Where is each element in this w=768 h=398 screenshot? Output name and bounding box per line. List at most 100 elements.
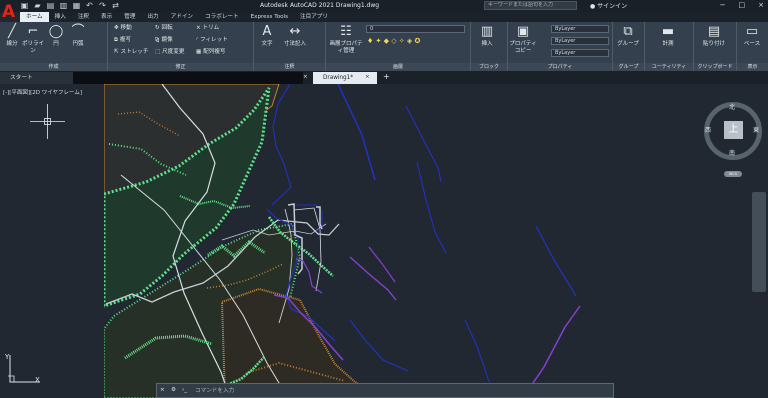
groups-panel: ⧉ グループ グループ bbox=[613, 22, 645, 71]
ucs-y-label: Y bbox=[4, 353, 10, 361]
view-panel-label[interactable]: 表示 bbox=[737, 63, 768, 71]
close-drawing-tab-icon[interactable]: × bbox=[365, 74, 370, 81]
text-tool[interactable]: A 文字 bbox=[256, 24, 278, 48]
text-icon: A bbox=[262, 24, 272, 39]
tab-insert[interactable]: 挿入 bbox=[49, 12, 72, 22]
base-view-tool[interactable]: ▭ ベース bbox=[741, 24, 763, 48]
move-tool[interactable]: ✥ 移動 bbox=[114, 25, 132, 32]
dimension-tool[interactable]: ↔ 寸法記入 bbox=[280, 24, 310, 48]
rotate-tool[interactable]: ↻ 回転 bbox=[155, 25, 173, 32]
sign-in-label: サインイン bbox=[597, 3, 628, 10]
print-icon[interactable]: ▦ bbox=[72, 1, 81, 10]
compass-north[interactable]: 北 bbox=[729, 102, 735, 111]
insert-block-tool[interactable]: ▥ 挿入 bbox=[476, 24, 498, 48]
undo-icon[interactable]: ↶ bbox=[85, 1, 94, 10]
utilities-panel: ▬ 計測 ユーティリティ bbox=[645, 22, 694, 71]
measure-tool[interactable]: ▬ 計測 bbox=[657, 24, 679, 48]
clipboard-panel-label[interactable]: クリップボード bbox=[694, 63, 736, 71]
match-properties-tool[interactable]: ▣ プロパティコピー bbox=[509, 24, 537, 55]
scale-tool[interactable]: ⬚ 尺度変更 bbox=[155, 49, 184, 56]
close-tab-icon[interactable]: × bbox=[303, 74, 308, 81]
utilities-panel-label[interactable]: ユーティリティ bbox=[645, 63, 693, 71]
autocad-logo[interactable]: A bbox=[2, 2, 17, 24]
navigation-bar[interactable] bbox=[752, 192, 766, 292]
viewcube-top-face[interactable]: 上 bbox=[724, 121, 743, 139]
annotation-panel-label[interactable]: 注釈 bbox=[254, 63, 325, 71]
paste-icon: ▤ bbox=[707, 24, 721, 39]
groups-panel-label[interactable]: グループ bbox=[613, 63, 644, 71]
compass-west[interactable]: 西 bbox=[705, 125, 711, 134]
file-tabs-empty-area bbox=[73, 72, 303, 84]
draw-panel-label[interactable]: 作成 bbox=[0, 63, 107, 71]
layer-select[interactable]: 0 bbox=[366, 25, 465, 33]
share-icon[interactable]: ⇄ bbox=[111, 1, 120, 10]
maximize-icon[interactable]: □ bbox=[739, 1, 746, 9]
line-tool[interactable]: ╱ 線分 bbox=[1, 24, 23, 48]
tab-collaborate[interactable]: コラボレート bbox=[199, 12, 245, 22]
fillet-tool[interactable]: ◜ フィレット bbox=[196, 37, 228, 44]
paste-tool[interactable]: ▤ 貼り付け bbox=[700, 24, 728, 48]
command-close-icon[interactable]: × bbox=[160, 387, 165, 394]
line-icon: ╱ bbox=[8, 24, 16, 39]
viewcube[interactable]: 上 北 南 東 西 bbox=[704, 102, 762, 160]
draw-panel: ╱ 線分 ⌐ ポリライン ◯ 円 ⌒ 円弧 作成 bbox=[0, 22, 108, 71]
tab-featured-apps[interactable]: 注目アプリ bbox=[294, 12, 334, 22]
city-coastline-map bbox=[104, 84, 768, 398]
ribbon: ╱ 線分 ⌐ ポリライン ◯ 円 ⌒ 円弧 作成 ✥ 移動 ↻ 回転 ⨯ トリム ⧉ 複… bbox=[0, 22, 768, 71]
close-icon[interactable]: × bbox=[758, 1, 764, 9]
drawing-area[interactable]: [-][平面図][2D ワイヤフレーム] 上 北 南 東 西 WCS Y X ×… bbox=[0, 84, 768, 398]
new-icon[interactable]: ▣ bbox=[20, 1, 29, 10]
tab-addins[interactable]: アドイン bbox=[165, 12, 199, 22]
save-as-icon[interactable]: ▥ bbox=[59, 1, 68, 10]
help-search-input[interactable]: キーワードまたは語句を入力 bbox=[484, 1, 577, 10]
tab-home[interactable]: ホーム bbox=[20, 12, 49, 22]
mirror-tool[interactable]: ⧎ 鏡像 bbox=[155, 37, 173, 44]
open-icon[interactable]: ▰ bbox=[33, 1, 42, 10]
redo-icon[interactable]: ↷ bbox=[98, 1, 107, 10]
minimize-icon[interactable]: − bbox=[720, 1, 726, 9]
stretch-tool[interactable]: ⇱ ストレッチ bbox=[114, 49, 148, 56]
wcs-menu[interactable]: WCS bbox=[724, 171, 742, 177]
trim-tool[interactable]: ⨯ トリム bbox=[196, 25, 219, 32]
block-panel: ▥ 挿入 ブロック bbox=[471, 22, 508, 71]
tab-express-tools[interactable]: Express Tools bbox=[245, 12, 294, 22]
tab-annotate[interactable]: 注釈 bbox=[72, 12, 95, 22]
command-settings-icon[interactable]: ⚙ bbox=[171, 387, 176, 394]
sign-in-button[interactable]: ● サインイン bbox=[590, 1, 627, 10]
crosshair-cursor-icon bbox=[30, 104, 65, 139]
polyline-tool[interactable]: ⌐ ポリライン bbox=[22, 24, 44, 55]
command-line[interactable]: × ⚙ ›_ コマンドを入力 bbox=[156, 383, 614, 398]
new-tab-icon[interactable]: + bbox=[383, 73, 390, 81]
compass-south[interactable]: 南 bbox=[729, 148, 735, 157]
compass-east[interactable]: 東 bbox=[753, 125, 759, 134]
start-tab[interactable]: スタート bbox=[0, 72, 73, 84]
lineweight-select[interactable]: ByLayer bbox=[551, 49, 609, 57]
group-tool[interactable]: ⧉ グループ bbox=[617, 24, 639, 48]
arc-tool[interactable]: ⌒ 円弧 bbox=[67, 24, 89, 48]
properties-panel: ▣ プロパティコピー ByLayer ByLayer ByLayer プロパティ bbox=[508, 22, 613, 71]
layer-tool-icons[interactable]: ♦ ✦ ◆ ◇ ✧ ◈ ✪ bbox=[367, 38, 420, 45]
measure-icon: ▬ bbox=[661, 24, 675, 39]
command-input[interactable]: コマンドを入力 bbox=[195, 387, 605, 395]
dimension-icon: ↔ bbox=[289, 24, 301, 39]
save-icon[interactable]: ▤ bbox=[46, 1, 55, 10]
layer-properties-icon: ☷ bbox=[340, 24, 352, 39]
modify-panel-label[interactable]: 修正 bbox=[108, 63, 253, 71]
color-select[interactable]: ByLayer bbox=[551, 25, 609, 33]
linetype-select[interactable]: ByLayer bbox=[551, 37, 609, 45]
annotation-panel: A 文字 ↔ 寸法記入 注釈 bbox=[254, 22, 326, 71]
tab-output[interactable]: 出力 bbox=[141, 12, 164, 22]
layers-panel: ☷ 画層プロパティ管理 0 ♦ ✦ ◆ ◇ ✧ ◈ ✪ 画層 bbox=[326, 22, 471, 71]
circle-tool[interactable]: ◯ 円 bbox=[45, 24, 67, 48]
block-panel-label[interactable]: ブロック bbox=[471, 63, 507, 71]
quick-access-toolbar: ▣ ▰ ▤ ▥ ▦ ↶ ↷ ⇄ bbox=[20, 1, 120, 10]
properties-panel-label[interactable]: プロパティ bbox=[508, 63, 612, 71]
array-tool[interactable]: ▦ 配列複写 bbox=[196, 49, 225, 56]
layers-panel-label[interactable]: 画層 bbox=[326, 63, 470, 71]
tab-manage[interactable]: 管理 bbox=[118, 12, 141, 22]
layer-properties-tool[interactable]: ☷ 画層プロパティ管理 bbox=[329, 24, 363, 55]
copy-tool[interactable]: ⧉ 複写 bbox=[114, 37, 131, 44]
clipboard-panel: ▤ 貼り付け クリップボード bbox=[694, 22, 737, 71]
viewport-controls-label[interactable]: [-][平面図][2D ワイヤフレーム] bbox=[3, 88, 82, 96]
tab-view[interactable]: 表示 bbox=[95, 12, 118, 22]
